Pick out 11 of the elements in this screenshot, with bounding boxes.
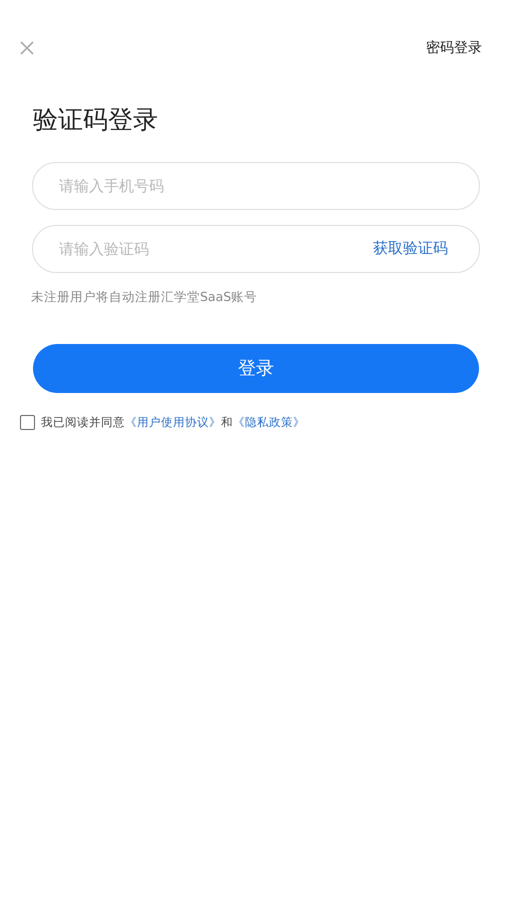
phone-field[interactable]: 请输入手机号码	[32, 162, 480, 210]
agreement-text: 我已阅读并同意《用户使用协议》和《隐私政策》	[41, 414, 305, 430]
user-agreement-link[interactable]: 《用户使用协议》	[125, 414, 221, 428]
close-icon	[19, 40, 35, 56]
page-title: 验证码登录	[33, 104, 159, 136]
agreement-checkbox[interactable]	[20, 414, 35, 430]
password-login-link[interactable]: 密码登录	[426, 39, 482, 57]
get-code-button[interactable]: 获取验证码	[373, 238, 448, 258]
login-button[interactable]: 登录	[33, 344, 479, 392]
registration-hint: 未注册用户将自动注册汇学堂SaaS账号	[31, 288, 258, 306]
privacy-policy-link[interactable]: 《隐私政策》	[233, 414, 305, 428]
